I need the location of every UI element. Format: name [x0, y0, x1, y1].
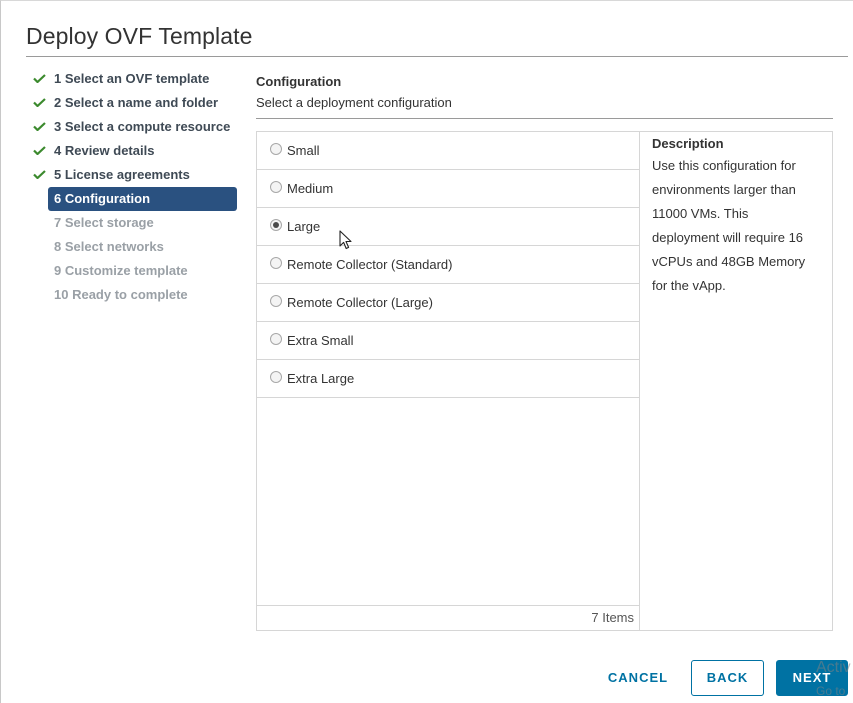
option-row-small[interactable]: Small — [257, 132, 639, 170]
option-label: Medium — [287, 181, 334, 196]
option-row-medium[interactable]: Medium — [257, 170, 639, 208]
step-label: 6 Configuration — [54, 191, 151, 206]
configuration-divider — [256, 118, 833, 119]
radio-button[interactable] — [270, 371, 282, 383]
step-label: 3 Select a compute resource — [54, 119, 231, 134]
option-label: Extra Large — [287, 371, 355, 386]
step-select-name-folder[interactable]: 2 Select a name and folder — [31, 91, 241, 115]
step-label: 10 Ready to complete — [54, 287, 188, 302]
step-review-details[interactable]: 4 Review details — [31, 139, 241, 163]
title-divider — [26, 56, 848, 57]
list-footer-count: 7 Items — [257, 605, 639, 630]
deploy-ovf-dialog: Deploy OVF Template 1 Select an OVF temp… — [0, 0, 853, 703]
description-line: 11000 VMs. This — [652, 206, 749, 221]
check-icon — [33, 98, 46, 107]
description-line: deployment will require 16 — [652, 230, 804, 245]
configuration-grid: Small Medium Large Remote Collector (Sta… — [256, 131, 833, 631]
description-title: Description — [652, 136, 724, 151]
step-configuration[interactable]: 6 Configuration — [48, 187, 237, 211]
step-select-ovf-template[interactable]: 1 Select an OVF template — [31, 67, 241, 91]
step-license-agreements[interactable]: 5 License agreements — [31, 163, 241, 187]
description-body: Use this configuration for environments … — [652, 154, 827, 298]
step-label: 5 License agreements — [54, 167, 190, 182]
option-label: Remote Collector (Standard) — [287, 257, 453, 272]
configuration-subheading: Select a deployment configuration — [256, 95, 452, 110]
wizard-steps: 1 Select an OVF template 2 Select a name… — [31, 67, 241, 307]
radio-button-selected[interactable] — [270, 219, 282, 231]
mouse-pointer-icon — [339, 230, 352, 250]
option-label: Extra Small — [287, 333, 354, 348]
check-icon — [33, 122, 46, 131]
option-label: Large — [287, 219, 321, 234]
step-label: 8 Select networks — [54, 239, 164, 254]
option-row-large[interactable]: Large — [257, 208, 639, 246]
back-button[interactable]: BACK — [691, 660, 764, 696]
step-select-compute-resource[interactable]: 3 Select a compute resource — [31, 115, 241, 139]
step-ready-to-complete: 10 Ready to complete — [31, 283, 241, 307]
configuration-options-list: Small Medium Large Remote Collector (Sta… — [257, 132, 640, 630]
option-row-extra-large[interactable]: Extra Large — [257, 360, 639, 398]
option-label: Small — [287, 143, 320, 158]
dialog-title: Deploy OVF Template — [26, 23, 253, 49]
activation-watermark-sub: Go to — [816, 684, 846, 698]
step-select-storage: 7 Select storage — [31, 211, 241, 235]
description-line: vCPUs and 48GB Memory — [652, 254, 806, 269]
description-line: for the vApp. — [652, 278, 726, 293]
option-row-remote-collector-standard[interactable]: Remote Collector (Standard) — [257, 246, 639, 284]
description-line: Use this configuration for — [652, 158, 796, 173]
radio-button[interactable] — [270, 143, 282, 155]
radio-button[interactable] — [270, 333, 282, 345]
activation-watermark: Activ — [816, 659, 851, 676]
step-label: 4 Review details — [54, 143, 155, 158]
step-customize-template: 9 Customize template — [31, 259, 241, 283]
radio-button[interactable] — [270, 181, 282, 193]
radio-button[interactable] — [270, 295, 282, 307]
step-label: 2 Select a name and folder — [54, 95, 219, 110]
check-icon — [33, 74, 46, 83]
option-row-remote-collector-large[interactable]: Remote Collector (Large) — [257, 284, 639, 322]
radio-button[interactable] — [270, 257, 282, 269]
cancel-button[interactable]: CANCEL — [599, 660, 677, 696]
step-label: 1 Select an OVF template — [54, 71, 210, 86]
check-icon — [33, 146, 46, 155]
check-icon — [33, 170, 46, 179]
step-select-networks: 8 Select networks — [31, 235, 241, 259]
step-label: 9 Customize template — [54, 263, 188, 278]
option-label: Remote Collector (Large) — [287, 295, 433, 310]
description-panel: Description Use this configuration for e… — [652, 136, 827, 298]
step-label: 7 Select storage — [54, 215, 154, 230]
option-row-extra-small[interactable]: Extra Small — [257, 322, 639, 360]
configuration-heading: Configuration — [256, 74, 342, 89]
description-line: environments larger than — [652, 182, 796, 197]
